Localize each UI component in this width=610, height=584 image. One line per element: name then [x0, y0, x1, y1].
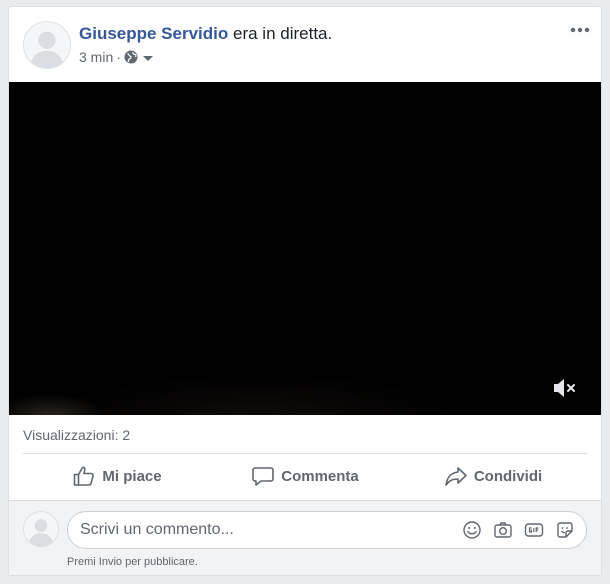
- post-actions-bar: Mi piace Commenta Condividi: [23, 455, 587, 497]
- privacy-dropdown-caret-icon[interactable]: [142, 51, 154, 63]
- post-card: Giuseppe Servidio era in diretta. 3 min …: [8, 6, 602, 576]
- share-label: Condividi: [473, 467, 543, 485]
- emoji-icon[interactable]: [461, 519, 483, 541]
- gif-icon[interactable]: [523, 519, 545, 541]
- share-arrow-icon: [445, 467, 467, 486]
- comment-label: Commenta: [281, 467, 359, 485]
- post-meta: 3 min ·: [79, 49, 154, 65]
- live-video-player[interactable]: [9, 82, 601, 415]
- current-user-avatar: [23, 511, 59, 547]
- thumbs-up-icon: [74, 466, 95, 486]
- post-timestamp[interactable]: 3 min: [79, 49, 113, 65]
- video-frame: [9, 82, 601, 415]
- globe-icon[interactable]: [124, 50, 138, 64]
- comment-input[interactable]: [80, 512, 450, 548]
- author-avatar[interactable]: [23, 21, 71, 69]
- submit-hint: Premi Invio per pubblicare.: [67, 556, 198, 568]
- comment-box[interactable]: [67, 511, 587, 549]
- like-button[interactable]: Mi piace: [23, 455, 211, 497]
- view-count[interactable]: Visualizzazioni: 2: [23, 427, 130, 443]
- post-header: Giuseppe Servidio era in diretta. 3 min …: [9, 7, 601, 83]
- default-avatar-icon: [24, 512, 58, 546]
- speaker-muted-icon[interactable]: [553, 377, 579, 399]
- camera-icon[interactable]: [492, 519, 514, 541]
- meta-separator: ·: [116, 49, 121, 65]
- like-label: Mi piace: [102, 467, 162, 485]
- post-action-text: era in diretta.: [233, 24, 333, 43]
- share-button[interactable]: Condividi: [399, 455, 587, 497]
- author-name-link[interactable]: Giuseppe Servidio: [79, 24, 228, 43]
- divider: [23, 453, 587, 454]
- post-title-line: Giuseppe Servidio era in diretta.: [79, 24, 332, 44]
- comment-button[interactable]: Commenta: [211, 455, 399, 497]
- default-avatar-icon: [24, 22, 70, 68]
- more-options-icon[interactable]: [569, 23, 591, 37]
- comment-tools: [452, 518, 576, 542]
- comment-composer: Premi Invio per pubblicare.: [9, 500, 601, 575]
- sticker-icon[interactable]: [554, 519, 576, 541]
- comment-bubble-icon: [252, 467, 275, 486]
